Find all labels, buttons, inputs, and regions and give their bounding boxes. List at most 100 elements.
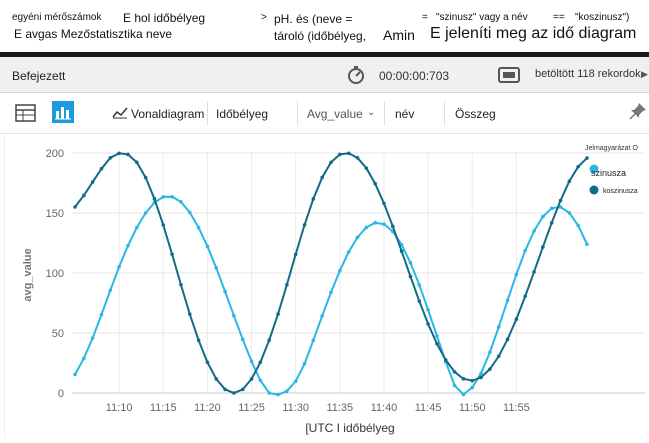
y-tick-label: 200 xyxy=(46,148,64,160)
data-point xyxy=(258,360,263,365)
data-point xyxy=(461,377,466,381)
data-point xyxy=(567,211,572,215)
data-point xyxy=(240,337,245,342)
data-point xyxy=(134,160,139,165)
x-tick-label: 11:40 xyxy=(371,402,398,414)
data-point xyxy=(240,387,245,392)
data-point xyxy=(523,248,528,253)
chart-type-label[interactable]: Vonaldiagram xyxy=(131,107,204,121)
data-point xyxy=(179,200,183,204)
table-icon[interactable] xyxy=(15,104,36,127)
data-point xyxy=(90,180,95,184)
results-status-bar: Befejezett 00:00:00:703 betöltött 118 re… xyxy=(0,57,649,93)
elapsed-time: 00:00:00:703 xyxy=(379,69,450,83)
data-point xyxy=(390,224,395,229)
data-point xyxy=(355,235,360,240)
data-point xyxy=(408,274,413,279)
data-point xyxy=(576,223,580,228)
data-point xyxy=(276,312,280,316)
query-token: > xyxy=(261,12,267,23)
data-point xyxy=(338,152,342,157)
series-szinusza xyxy=(73,195,589,397)
data-point xyxy=(82,193,86,198)
scroll-right-icon[interactable]: ▶ xyxy=(641,69,648,80)
data-point xyxy=(267,338,272,342)
line-chart: 0 50 100 150 200 11:10 11:15 11:20 11:25 11:30 11… xyxy=(0,135,649,438)
data-point xyxy=(364,166,369,170)
data-point xyxy=(576,164,580,169)
line-chart-icon xyxy=(112,106,128,124)
data-point xyxy=(161,195,166,199)
data-point xyxy=(311,338,316,342)
y-tick-label: 50 xyxy=(52,328,64,340)
data-point xyxy=(346,250,351,254)
data-point xyxy=(470,385,475,390)
data-point xyxy=(426,308,430,312)
data-point xyxy=(355,156,360,160)
data-point xyxy=(585,242,589,246)
data-point xyxy=(214,266,219,270)
data-point xyxy=(567,179,572,183)
query-token: "koszinusz") xyxy=(575,12,630,23)
data-point xyxy=(223,387,227,392)
y-column-selector[interactable]: Avg_value xyxy=(307,107,363,121)
data-point xyxy=(399,249,404,253)
data-point xyxy=(382,201,386,206)
stopwatch-icon xyxy=(346,65,366,90)
data-point xyxy=(320,175,324,180)
x-tick-label: 11:30 xyxy=(282,402,309,414)
data-point xyxy=(417,283,422,287)
pin-icon[interactable] xyxy=(629,102,647,125)
data-point xyxy=(329,290,333,295)
records-loaded: betöltött 118 rekordok xyxy=(535,68,641,80)
data-point xyxy=(435,334,439,338)
data-point xyxy=(90,336,95,340)
data-point xyxy=(170,252,174,257)
data-point xyxy=(276,392,280,397)
data-point xyxy=(452,370,457,374)
data-point xyxy=(417,299,422,303)
data-point xyxy=(479,371,483,376)
data-point xyxy=(196,338,201,342)
status-text: Befejezett xyxy=(12,69,66,83)
legend-label: szinusza xyxy=(591,168,626,178)
data-point xyxy=(108,288,113,293)
query-token: E jeleníti meg az idő diagram xyxy=(430,25,637,42)
data-point xyxy=(549,221,554,225)
query-token: pH. és (neve = xyxy=(274,12,353,26)
data-point xyxy=(99,312,104,317)
data-point xyxy=(258,378,263,383)
data-point xyxy=(179,282,183,287)
split-column-selector[interactable]: név xyxy=(395,107,414,121)
data-point xyxy=(126,152,130,157)
data-point xyxy=(311,197,316,201)
data-point xyxy=(205,360,210,365)
x-tick-label: 11:20 xyxy=(194,402,221,414)
data-point xyxy=(293,379,298,384)
data-point xyxy=(443,358,448,362)
data-point xyxy=(541,245,545,249)
data-point xyxy=(134,225,139,230)
aggregation-selector[interactable]: Összeg xyxy=(455,107,496,121)
x-tick-label: 11:45 xyxy=(415,402,442,414)
data-point xyxy=(249,359,254,364)
query-token: egyéni mérőszámok xyxy=(12,12,102,23)
query-token: = xyxy=(422,12,428,23)
data-point xyxy=(187,312,192,316)
column-chart-icon[interactable] xyxy=(52,101,74,123)
query-token: tároló (időbélyeg, xyxy=(274,29,367,43)
query-editor[interactable]: egyéni mérőszámok E hol időbélyeg > pH. … xyxy=(0,0,649,50)
data-point xyxy=(523,294,528,299)
data-point xyxy=(488,367,492,371)
y-tick-label: 150 xyxy=(46,208,64,220)
data-point xyxy=(452,383,457,388)
x-tick-label: 11:25 xyxy=(238,402,265,414)
data-point xyxy=(232,391,236,395)
chevron-down-icon[interactable]: ⌄ xyxy=(367,107,375,118)
data-point xyxy=(532,270,536,274)
data-point xyxy=(382,222,386,226)
x-tick-label: 11:50 xyxy=(459,402,486,414)
x-column-selector[interactable]: Időbélyeg xyxy=(216,107,268,121)
data-point xyxy=(99,166,104,171)
data-point xyxy=(338,268,342,273)
